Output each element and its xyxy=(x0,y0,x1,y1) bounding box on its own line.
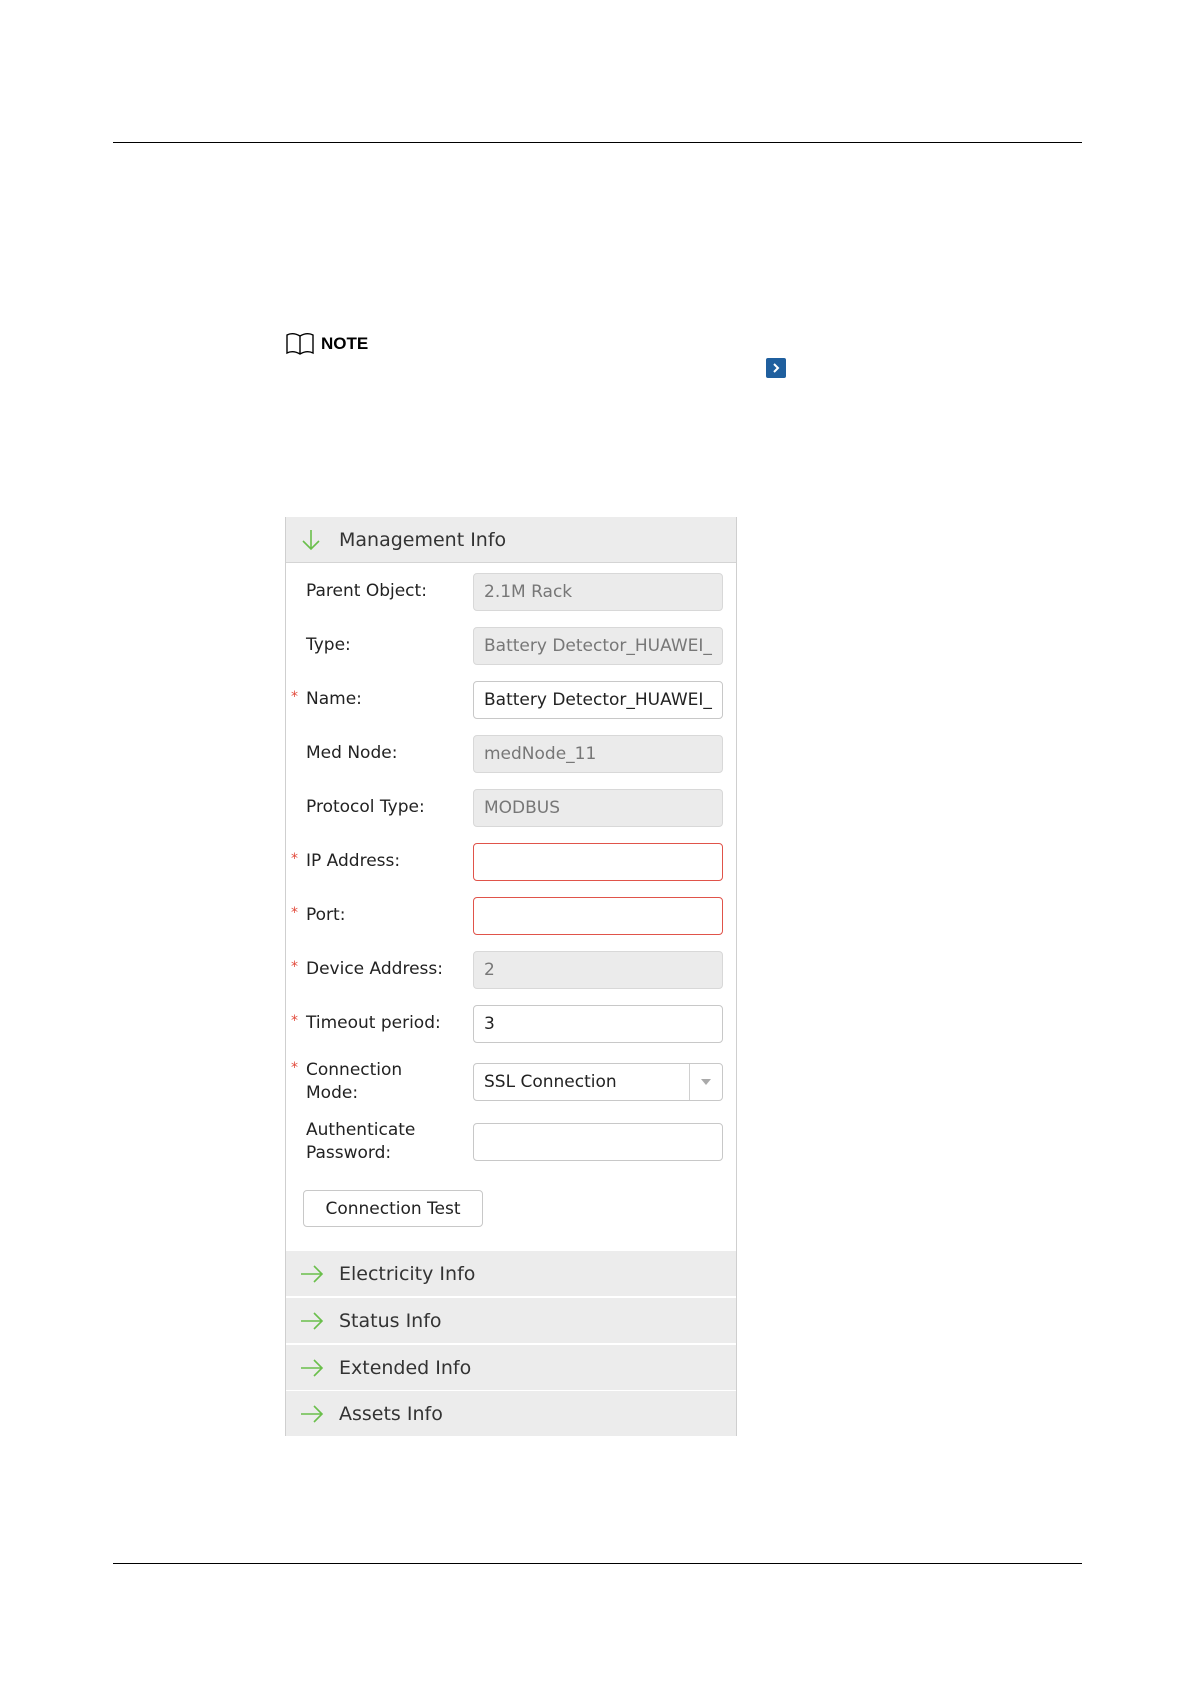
header-rule xyxy=(113,142,1082,143)
required-marker: * xyxy=(291,905,298,921)
note-label: NOTE xyxy=(321,334,369,353)
required-marker: * xyxy=(291,851,298,867)
timeout-period-label: Timeout period: xyxy=(306,1013,441,1033)
port-input[interactable] xyxy=(473,897,723,935)
parent-object-label: Parent Object: xyxy=(306,581,427,601)
type-label: Type: xyxy=(306,635,351,655)
section-header-status-info[interactable]: Status Info xyxy=(286,1298,736,1343)
ip-address-input[interactable] xyxy=(473,843,723,881)
required-marker: * xyxy=(291,959,298,975)
section-title: Assets Info xyxy=(339,1402,443,1425)
arrow-down-icon xyxy=(299,526,327,554)
book-icon xyxy=(286,333,314,355)
parent-object-field: 2.1M Rack xyxy=(473,573,723,611)
footer-rule xyxy=(113,1563,1082,1564)
arrow-right-icon xyxy=(299,1400,327,1428)
med-node-field: medNode_11 xyxy=(473,735,723,773)
section-header-management-info[interactable]: Management Info xyxy=(286,517,736,563)
note-callout: NOTE xyxy=(285,331,368,357)
authenticate-password-input[interactable] xyxy=(473,1123,723,1161)
device-address-field: 2 xyxy=(473,951,723,989)
section-header-electricity-info[interactable]: Electricity Info xyxy=(286,1251,736,1296)
device-address-label: Device Address: xyxy=(306,959,443,979)
protocol-type-label: Protocol Type: xyxy=(306,797,425,817)
section-header-assets-info[interactable]: Assets Info xyxy=(286,1391,736,1436)
authenticate-password-label-line2: Password: xyxy=(306,1143,392,1163)
chevron-down-icon[interactable] xyxy=(689,1064,722,1100)
protocol-type-field: MODBUS xyxy=(473,789,723,827)
required-marker: * xyxy=(291,1060,298,1076)
required-marker: * xyxy=(291,689,298,705)
arrow-right-icon xyxy=(299,1354,327,1382)
connection-mode-select[interactable]: SSL Connection xyxy=(473,1063,723,1101)
chevron-right-icon[interactable] xyxy=(766,358,786,378)
ip-address-label: IP Address: xyxy=(306,851,401,871)
required-marker: * xyxy=(291,1013,298,1029)
section-title: Extended Info xyxy=(339,1356,472,1379)
arrow-right-icon xyxy=(299,1307,327,1335)
port-label: Port: xyxy=(306,905,346,925)
type-field: Battery Detector_HUAWEI_ xyxy=(473,627,723,665)
device-properties-panel: Management Info Parent Object: 2.1M Rack… xyxy=(285,517,737,1436)
name-input[interactable]: Battery Detector_HUAWEI_ xyxy=(473,681,723,719)
section-header-extended-info[interactable]: Extended Info xyxy=(286,1345,736,1390)
section-title: Electricity Info xyxy=(339,1262,476,1285)
timeout-period-input[interactable]: 3 xyxy=(473,1005,723,1043)
connection-mode-value: SSL Connection xyxy=(484,1072,617,1092)
connection-test-button[interactable]: Connection Test xyxy=(303,1190,483,1227)
arrow-right-icon xyxy=(299,1260,327,1288)
section-title: Status Info xyxy=(339,1309,442,1332)
connection-mode-label-line1: Connection xyxy=(306,1060,403,1080)
authenticate-password-label-line1: Authenticate xyxy=(306,1120,416,1140)
connection-mode-label-line2: Mode: xyxy=(306,1083,359,1103)
med-node-label: Med Node: xyxy=(306,743,398,763)
name-label: Name: xyxy=(306,689,362,709)
section-title: Management Info xyxy=(339,528,507,551)
